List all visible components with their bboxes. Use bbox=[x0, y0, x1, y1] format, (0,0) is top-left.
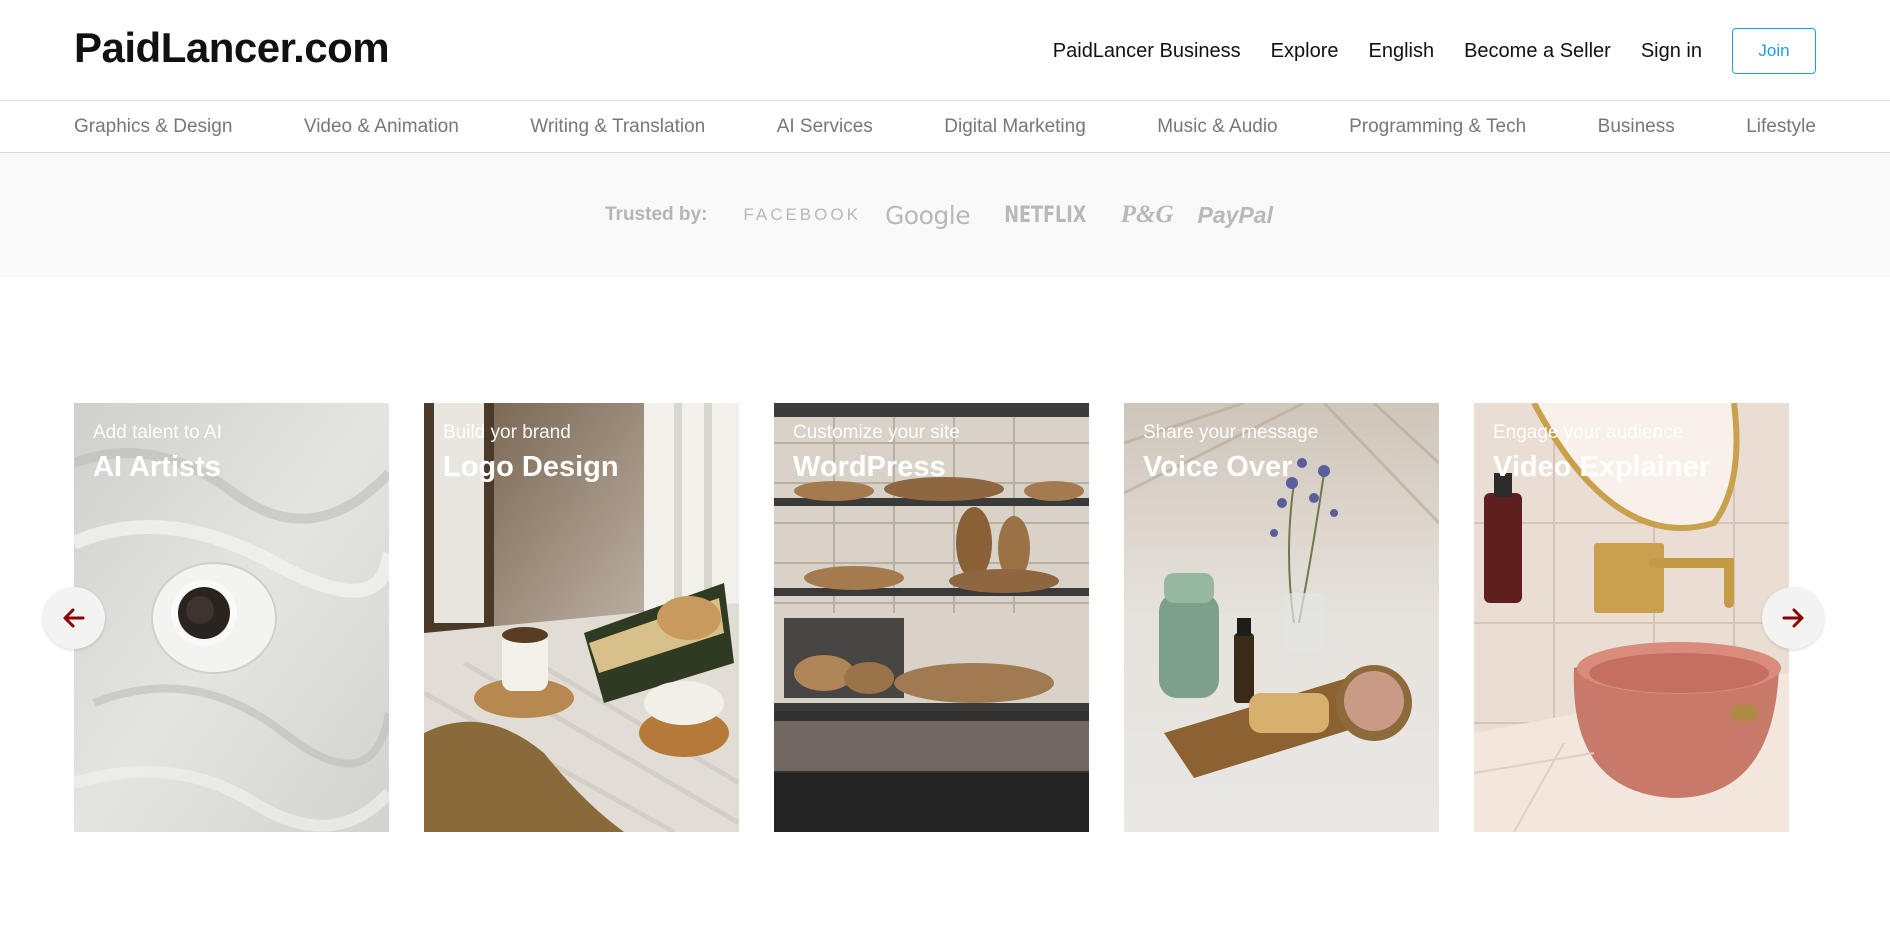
category-nav: Graphics & Design Video & Animation Writ… bbox=[0, 101, 1890, 153]
top-nav: PaidLancer Business Explore English Beco… bbox=[1023, 26, 1816, 76]
category-business[interactable]: Business bbox=[1598, 116, 1675, 138]
category-video-animation[interactable]: Video & Animation bbox=[304, 116, 459, 138]
trusted-by-strip: Trusted by: FACEBOOK Google NETFLIX P&G … bbox=[0, 153, 1890, 277]
facebook-logo: FACEBOOK bbox=[743, 205, 861, 224]
service-card-wordpress[interactable]: Customize your site WordPress bbox=[774, 403, 1089, 832]
nav-become-seller[interactable]: Become a Seller bbox=[1464, 26, 1611, 76]
category-digital-marketing[interactable]: Digital Marketing bbox=[944, 116, 1086, 138]
category-graphics-design[interactable]: Graphics & Design bbox=[74, 116, 232, 138]
site-logo[interactable]: PaidLancer.com bbox=[74, 24, 390, 72]
carousel-next-button[interactable] bbox=[1762, 587, 1824, 649]
trusted-by-label: Trusted by: bbox=[605, 204, 708, 225]
carousel-prev-button[interactable] bbox=[43, 587, 105, 649]
arrow-left-icon bbox=[63, 608, 85, 628]
join-button[interactable]: Join bbox=[1732, 28, 1816, 74]
card-title: AI Artists bbox=[93, 451, 221, 483]
card-title: Voice Over bbox=[1143, 451, 1293, 483]
category-lifestyle[interactable]: Lifestyle bbox=[1746, 116, 1816, 138]
card-title: Video Explainer bbox=[1493, 451, 1711, 483]
google-logo: Google bbox=[884, 200, 971, 230]
service-card-ai-artists[interactable]: Add talent to AI AI Artists bbox=[74, 403, 389, 832]
category-music-audio[interactable]: Music & Audio bbox=[1157, 116, 1277, 138]
paypal-logo: PayPal bbox=[1197, 201, 1273, 228]
nav-explore[interactable]: Explore bbox=[1271, 26, 1339, 76]
card-title: WordPress bbox=[793, 451, 946, 483]
card-title: Logo Design bbox=[443, 451, 619, 483]
service-card-video-explainer[interactable]: Engage your audience Video Explainer bbox=[1474, 403, 1789, 832]
arrow-right-icon bbox=[1782, 608, 1804, 628]
nav-paidlancer-business[interactable]: PaidLancer Business bbox=[1053, 26, 1241, 76]
services-carousel: Add talent to AI AI Artists Build yor br… bbox=[74, 403, 1790, 832]
card-subtitle: Customize your site bbox=[793, 422, 960, 443]
nav-sign-in[interactable]: Sign in bbox=[1641, 26, 1702, 76]
nav-language[interactable]: English bbox=[1368, 26, 1434, 76]
card-subtitle: Build yor brand bbox=[443, 422, 571, 443]
card-subtitle: Add talent to AI bbox=[93, 422, 222, 443]
category-ai-services[interactable]: AI Services bbox=[777, 116, 873, 138]
pg-logo: P&G bbox=[1120, 201, 1174, 228]
netflix-logo: NETFLIX bbox=[1004, 202, 1087, 228]
category-programming-tech[interactable]: Programming & Tech bbox=[1349, 116, 1526, 138]
service-card-voice-over[interactable]: Share your message Voice Over bbox=[1124, 403, 1439, 832]
card-subtitle: Share your message bbox=[1143, 422, 1319, 443]
card-subtitle: Engage your audience bbox=[1493, 422, 1684, 443]
site-header: PaidLancer.com PaidLancer Business Explo… bbox=[0, 0, 1890, 101]
service-card-logo-design[interactable]: Build yor brand Logo Design bbox=[424, 403, 739, 832]
category-writing-translation[interactable]: Writing & Translation bbox=[530, 116, 705, 138]
